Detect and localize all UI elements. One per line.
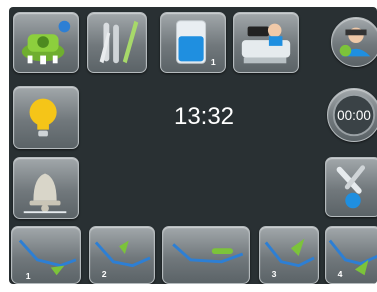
clock-display: 13:32 [173,103,235,130]
chair-program-3-button[interactable] [162,226,250,284]
dental-chair-icon [241,23,291,64]
chair-program-5-button[interactable]: 4 [325,226,377,284]
chair-program-1-icon: 1 [18,239,77,281]
timer-label: 00:00 [337,108,371,123]
chair-program-3-icon [172,243,244,264]
tank-number: 1 [211,57,216,67]
dosing-unit-button[interactable] [13,12,79,73]
control-panel-screen: 1 13:32 00:00 1 2 3 4 [9,7,377,284]
chair-program-1-button[interactable]: 1 [11,226,81,284]
water-tank-icon: 1 [176,20,216,67]
program-number-4: 4 [338,269,343,279]
lamp-button[interactable] [13,86,79,149]
bell-icon [23,173,67,214]
dental-chair-button[interactable] [233,12,299,73]
bell-button[interactable] [13,157,79,219]
test-tubes-button[interactable] [87,12,147,73]
user-profile-icon [339,27,371,57]
timer-button[interactable]: 00:00 [327,88,377,142]
service-tools-icon [336,165,366,209]
water-tank-button[interactable]: 1 [160,12,226,73]
chair-program-5-icon: 4 [328,239,377,279]
chair-program-4-icon: 3 [264,238,315,279]
chair-program-4-button[interactable]: 3 [259,226,319,284]
program-number-3: 3 [272,269,277,279]
user-profile-button[interactable] [331,17,377,67]
dosing-unit-icon [21,20,71,65]
chair-program-2-button[interactable]: 2 [89,226,155,284]
test-tubes-icon [99,20,139,64]
timer-icon: 00:00 [332,93,376,137]
chair-program-2-icon: 2 [94,240,151,279]
program-number-2: 2 [102,269,107,279]
program-number-1: 1 [26,271,31,281]
service-tools-button[interactable] [325,157,377,217]
lamp-icon [29,98,57,137]
